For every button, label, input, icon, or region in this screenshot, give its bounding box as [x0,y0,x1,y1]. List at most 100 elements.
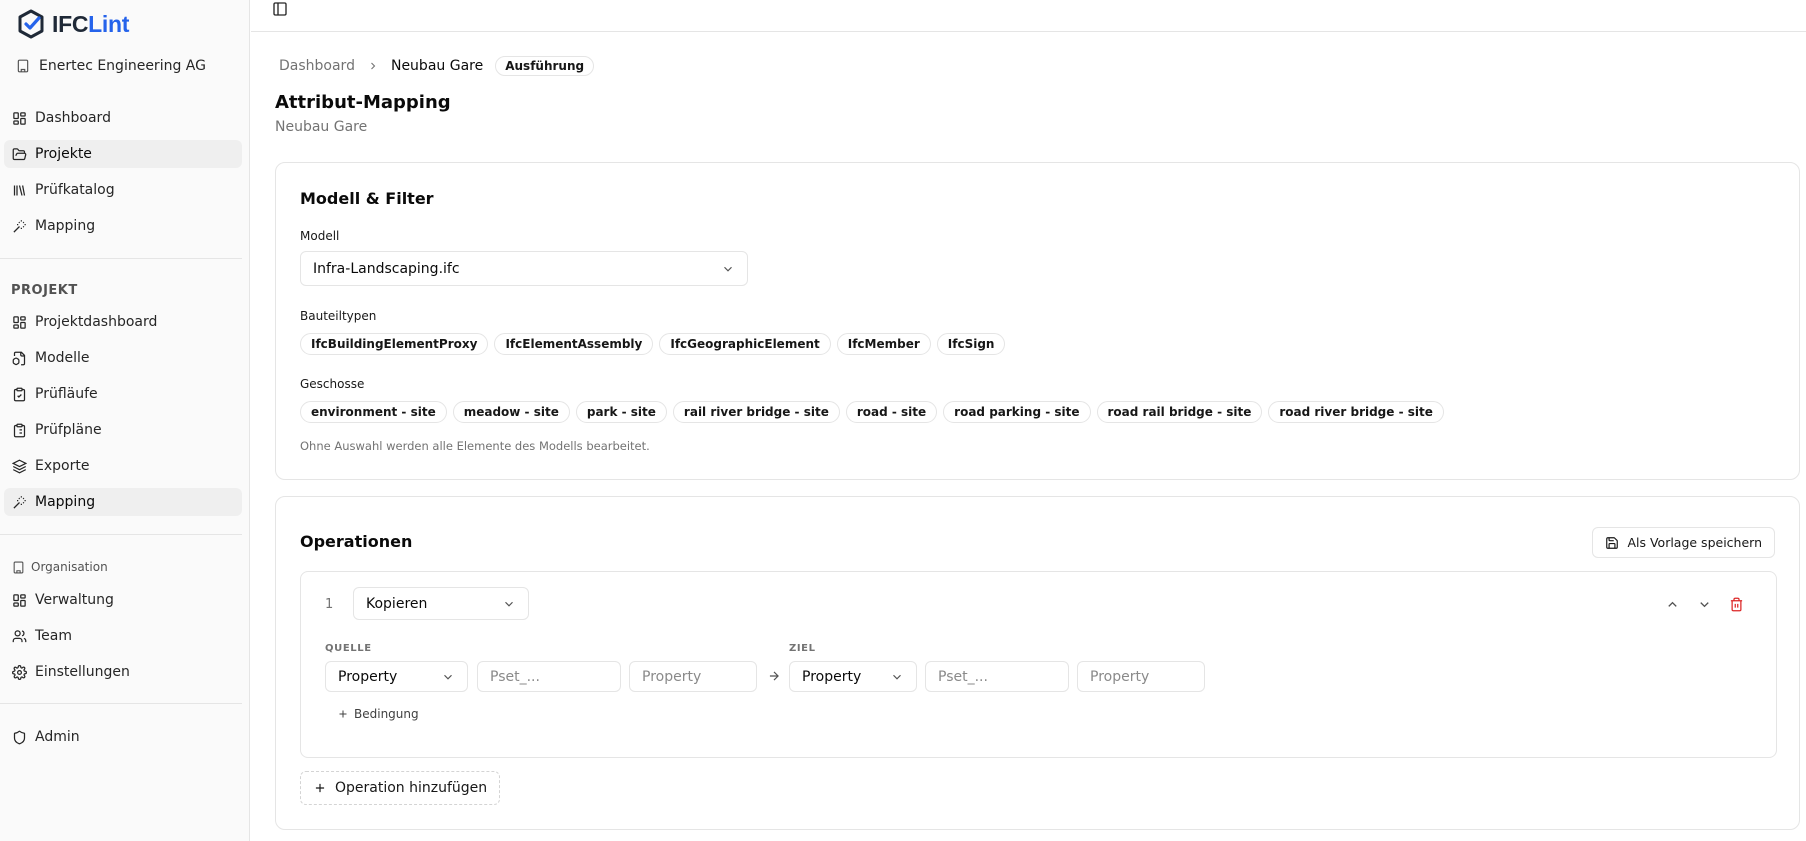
sidebar-item-label: Prüfläufe [35,386,98,402]
layers-icon [12,459,27,473]
trash-icon [1730,597,1742,611]
source-property-input[interactable] [629,661,757,692]
target-pset-input[interactable] [925,661,1069,692]
storey-chip[interactable]: environment - site [300,401,447,423]
chevron-right-icon [371,62,376,70]
sidebar-section-organisation: Organisation [12,560,108,574]
chevron-down-icon [444,674,452,680]
storey-chip[interactable]: road parking - site [943,401,1091,423]
add-condition-label: Bedingung [354,707,419,721]
operation-type-select[interactable]: Kopieren [353,587,529,620]
sidebar-item-label: Modelle [35,350,90,366]
sidebar-item-dashboard[interactable]: Dashboard [4,104,242,132]
type-chip[interactable]: IfcGeographicElement [659,333,831,355]
breadcrumb-current: Neubau Gare [390,58,484,74]
type-chip[interactable]: IfcBuildingElementProxy [300,333,489,355]
status-badge: Ausführung [495,56,595,76]
storeys-label: Geschosse [300,377,365,391]
clipboard-list-icon [13,423,26,437]
target-property-input[interactable] [1077,661,1205,692]
sidebar-item-mapping[interactable]: Mapping [4,212,242,240]
sidebar-item-label: Team [35,628,73,644]
sidebar-item-label: Mapping [35,494,96,510]
sidebar-item-label: Prüfpläne [35,422,102,438]
logo-text-lint: Lint [88,10,130,37]
sidebar-item-pruefplaene[interactable]: Prüfpläne [4,416,242,444]
sidebar-item-project-mapping[interactable]: Mapping [4,488,242,516]
source-kind-select[interactable]: Property [325,661,468,692]
logo-text-ifc: IFC [52,10,89,37]
sidebar-item-label: Exporte [35,458,90,474]
sidebar-item-einstellungen[interactable]: Einstellungen [4,658,242,686]
sidebar-item-admin[interactable]: Admin [4,723,242,751]
page-title: Attribut-Mapping [275,92,451,113]
sidebar-item-modelle[interactable]: Modelle [4,344,242,372]
folder-open-icon [12,147,27,160]
chevron-up-icon [1667,601,1677,607]
sidebar-divider [0,258,242,259]
model-select[interactable]: Infra-Landscaping.ifc [300,251,748,286]
add-operation-button[interactable]: Operation hinzufügen [300,771,501,805]
chevron-down-icon [893,674,901,680]
storey-chip[interactable]: rail river bridge - site [672,401,840,423]
users-icon [12,629,27,642]
source-label: QUELLE [325,643,372,654]
storey-chip[interactable]: meadow - site [452,401,570,423]
sidebar-item-verwaltung[interactable]: Verwaltung [4,586,242,614]
type-chip[interactable]: IfcMember [836,333,931,355]
sidebar-toggle-icon[interactable] [272,1,288,17]
chevron-down-icon [505,601,513,607]
storey-chip[interactable]: road river bridge - site [1268,401,1444,423]
sidebar-item-projekte[interactable]: Projekte [4,140,242,168]
sidebar-item-pruefkatalog[interactable]: Prüfkatalog [4,176,242,204]
save-template-button[interactable]: Als Vorlage speichern [1592,527,1775,558]
sidebar-item-label: Prüfkatalog [35,182,115,198]
type-chip[interactable]: IfcElementAssembly [494,333,654,355]
app-logo[interactable]: IFCLint [16,8,129,40]
organization-switcher[interactable]: Enertec Engineering AG [16,58,206,74]
sidebar-item-label: Verwaltung [35,592,114,608]
breadcrumb: Dashboard Neubau Gare Ausführung [279,56,595,76]
sidebar: IFCLint Enertec Engineering AG Dashboard… [0,0,250,841]
sidebar-item-label: Admin [35,729,80,745]
model-select-value: Infra-Landscaping.ifc [313,260,460,277]
source-kind-value: Property [338,668,398,685]
sidebar-item-team[interactable]: Team [4,622,242,650]
logo-check-icon [18,9,44,39]
grid-icon [13,111,26,125]
sidebar-section-projekt: PROJEKT [11,283,78,298]
operation-item: 1 Kopieren QUELLE Property ZIEL Property [300,571,1777,758]
sidebar-item-projektdashboard[interactable]: Projektdashboard [4,308,242,336]
types-label: Bauteiltypen [300,309,377,323]
logo-text: IFCLint [52,11,129,38]
sidebar-item-exporte[interactable]: Exporte [4,452,242,480]
storey-chip[interactable]: road - site [845,401,938,423]
plus-icon [339,710,347,718]
save-template-label: Als Vorlage speichern [1627,535,1762,550]
target-kind-value: Property [802,668,862,685]
source-pset-input[interactable] [477,661,621,692]
target-kind-select[interactable]: Property [789,661,917,692]
add-condition-button[interactable]: Bedingung [337,707,419,721]
wand-icon [13,219,26,233]
chevron-down-icon [1699,601,1709,607]
storey-chip[interactable]: park - site [575,401,667,423]
save-icon [1606,536,1619,549]
sidebar-divider [0,534,242,535]
type-chip[interactable]: IfcSign [936,333,1006,355]
sidebar-item-pruefläufe[interactable]: Prüfläufe [4,380,242,408]
delete-operation-button[interactable] [1727,595,1745,613]
building-icon [17,59,29,73]
storey-chip[interactable]: road rail bridge - site [1096,401,1263,423]
move-up-button[interactable] [1663,595,1681,613]
move-down-button[interactable] [1695,595,1713,613]
card-title: Operationen [300,532,413,551]
breadcrumb-dashboard-link[interactable]: Dashboard [279,58,355,74]
plus-icon [315,783,325,793]
sidebar-item-label: Projektdashboard [35,314,158,330]
library-icon [13,184,26,196]
model-filter-card: Modell & Filter Modell Infra-Landscaping… [275,162,1800,480]
grid-icon [13,315,26,329]
arrow-right-icon [769,671,779,681]
gear-icon [12,664,27,680]
